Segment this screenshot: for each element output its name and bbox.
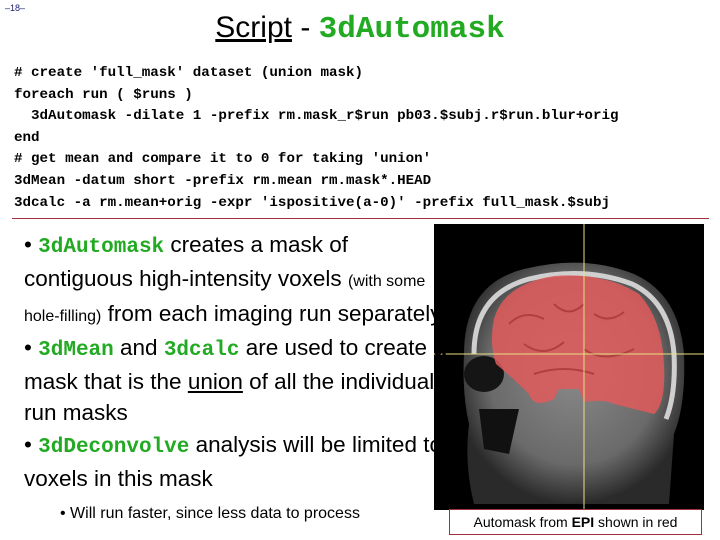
bullet-text: from each imaging run separately	[101, 300, 442, 326]
bullet-text: and	[113, 334, 164, 360]
slide-title: Script - 3dAutomask	[0, 8, 720, 50]
title-script: Script	[215, 11, 292, 44]
brain-mri-figure	[434, 224, 704, 510]
caption-text: shown in red	[594, 514, 678, 530]
code-line: # get mean and compare it to 0 for takin…	[14, 151, 432, 168]
code-line: 3dAutomask -dilate 1 -prefix rm.mask_r$r…	[14, 108, 619, 125]
code-line: 3dcalc -a rm.mean+orig -expr 'ispositive…	[14, 194, 610, 211]
figure-caption: Automask from EPI shown in red	[449, 509, 702, 535]
bullet-deconvolve: • 3dDeconvolve analysis will be limited …	[24, 431, 442, 492]
title-command: 3dAutomask	[318, 12, 505, 47]
caption-bold: EPI	[571, 514, 595, 530]
command-3dmean: 3dMean	[38, 338, 114, 362]
command-3dautomask: 3dAutomask	[38, 236, 165, 259]
title-separator: -	[291, 11, 319, 44]
code-line: # create 'full_mask' dataset (union mask…	[14, 65, 364, 81]
bullet-mean-calc: • 3dMean and 3dcalc are used to create a…	[24, 334, 446, 426]
bullet-list: • 3dAutomask creates a mask of contiguou…	[24, 229, 454, 494]
sub-bullet: • Will run faster, since less data to pr…	[60, 505, 360, 522]
code-line: foreach run ( $runs )	[14, 86, 193, 103]
code-block: # create 'full_mask' dataset (union mask…	[14, 63, 619, 214]
divider-rule	[12, 218, 709, 219]
command-3ddeconvolve: 3dDeconvolve	[38, 435, 190, 459]
brain-mri-image	[434, 224, 704, 510]
underlined-union: union	[187, 369, 243, 395]
command-3dcalc: 3dcalc	[163, 338, 240, 362]
code-line: 3dMean -datum short -prefix rm.mean rm.m…	[14, 172, 432, 189]
caption-text: Automask from	[473, 514, 572, 530]
code-line: end	[14, 129, 40, 146]
bullet-automask: • 3dAutomask creates a mask of contiguou…	[24, 232, 442, 326]
